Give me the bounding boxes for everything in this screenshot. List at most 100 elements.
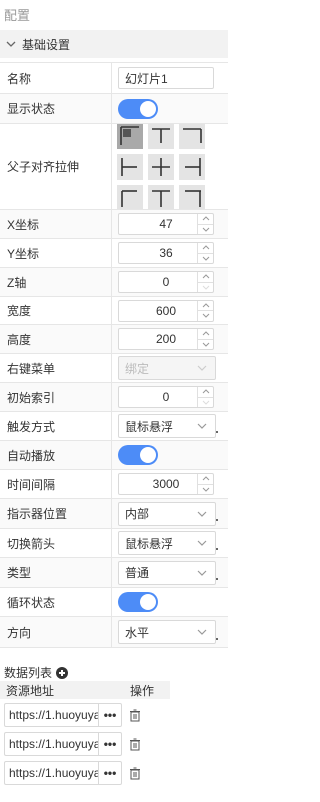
arrow-select[interactable]: 鼠标悬浮 (118, 531, 216, 555)
list-item: https://1.huoyuya ••• (4, 702, 164, 728)
spin-up-icon[interactable] (198, 214, 213, 224)
trigger-select[interactable]: 鼠标悬浮 (118, 414, 216, 438)
type-select[interactable]: 普通 (118, 560, 216, 585)
list-item: https://1.huoyuya ••• (4, 760, 164, 786)
prop-label: 父子对齐拉伸 (0, 124, 112, 209)
chevron-down-icon (197, 423, 207, 429)
chevron-down-icon (197, 540, 207, 546)
z-input[interactable]: 0 (118, 271, 214, 293)
prop-row-align: 父子对齐拉伸 (0, 124, 228, 210)
prop-label: 高度 (0, 325, 112, 353)
spin-down-icon[interactable] (198, 483, 213, 495)
align-bottom-right-icon[interactable] (179, 185, 205, 209)
chevron-down-icon (197, 511, 207, 517)
prop-label: 触发方式 (0, 412, 112, 440)
align-top-right-icon[interactable] (179, 124, 205, 149)
prop-row-initial-index: 初始索引 0 (0, 383, 228, 412)
prop-label: 名称 (0, 63, 112, 93)
prop-label: 宽度 (0, 297, 112, 324)
y-input[interactable]: 36 (118, 242, 214, 264)
loop-toggle[interactable] (118, 592, 158, 612)
prop-row-context-menu: 右键菜单 绑定 (0, 354, 228, 383)
more-button[interactable]: ••• (98, 761, 122, 785)
align-top-center-icon[interactable] (148, 124, 174, 149)
prop-row-name: 名称 幻灯片1 (0, 63, 228, 94)
direction-select[interactable]: 水平 (118, 620, 216, 644)
spin-down-icon[interactable] (198, 223, 213, 235)
prop-label: 指示器位置 (0, 499, 112, 528)
spin-down-icon[interactable] (198, 281, 213, 293)
prop-label: 时间间隔 (0, 470, 112, 498)
interval-input[interactable]: 3000 (118, 473, 214, 495)
prop-row-interval: 时间间隔 3000 (0, 470, 228, 499)
url-input[interactable]: https://1.huoyuya (4, 761, 98, 785)
prop-label: 循环状态 (0, 588, 112, 616)
prop-row-indicator: 指示器位置 内部 (0, 499, 228, 529)
chevron-down-icon (197, 629, 207, 635)
autoplay-toggle[interactable] (118, 445, 158, 465)
spin-up-icon[interactable] (198, 474, 213, 484)
indicator-select[interactable]: 内部 (118, 501, 216, 526)
prop-row-visible: 显示状态 (0, 94, 228, 124)
prop-label: 右键菜单 (0, 354, 112, 382)
align-grid (117, 124, 205, 209)
x-input[interactable]: 47 (118, 213, 214, 235)
panel-title: 配置 (4, 8, 31, 23)
col-source: 资源地址 (6, 683, 55, 698)
prop-label: 方向 (0, 617, 112, 647)
trash-icon[interactable] (129, 767, 141, 780)
prop-label: Z轴 (0, 268, 112, 296)
prop-row-y: Y坐标 36 (0, 239, 228, 268)
add-circle-icon[interactable] (56, 666, 69, 679)
more-button[interactable]: ••• (98, 703, 122, 727)
spin-up-icon[interactable] (198, 243, 213, 253)
chevron-down-icon (197, 365, 207, 371)
prop-label: 自动播放 (0, 441, 112, 469)
url-input[interactable]: https://1.huoyuya (4, 732, 98, 756)
spin-down-icon[interactable] (198, 338, 213, 350)
trash-icon[interactable] (129, 738, 141, 751)
prop-row-direction: 方向 水平 (0, 617, 228, 648)
section-header-basic[interactable]: 基础设置 (0, 30, 228, 58)
col-action: 操作 (130, 683, 155, 698)
url-input[interactable]: https://1.huoyuya (4, 703, 98, 727)
prop-label: 切换箭头 (0, 529, 112, 557)
trash-icon[interactable] (129, 709, 141, 722)
more-button[interactable]: ••• (98, 732, 122, 756)
align-middle-right-icon[interactable] (179, 154, 205, 180)
context-menu-select[interactable]: 绑定 (118, 356, 216, 380)
align-center-icon[interactable] (148, 154, 174, 180)
prop-label: Y坐标 (0, 239, 112, 267)
spin-down-icon[interactable] (198, 396, 213, 408)
spin-down-icon[interactable] (198, 252, 213, 264)
data-list-header: 资源地址 操作 (0, 681, 170, 699)
align-top-left-icon[interactable] (117, 124, 143, 149)
prop-row-x: X坐标 47 (0, 210, 228, 239)
spin-up-icon[interactable] (198, 329, 213, 339)
name-input[interactable]: 幻灯片1 (118, 67, 214, 89)
align-bottom-left-icon[interactable] (117, 185, 143, 209)
section-label: 基础设置 (22, 37, 71, 52)
prop-row-type: 类型 普通 (0, 558, 228, 588)
spin-up-icon[interactable] (198, 272, 213, 282)
prop-row-trigger: 触发方式 鼠标悬浮 (0, 412, 228, 441)
height-input[interactable]: 200 (118, 328, 214, 350)
prop-label: 类型 (0, 558, 112, 587)
list-item: https://1.huoyuya ••• (4, 731, 164, 757)
initial-index-input[interactable]: 0 (118, 386, 214, 408)
align-middle-left-icon[interactable] (117, 154, 143, 180)
prop-row-autoplay: 自动播放 (0, 441, 228, 470)
chevron-down-icon (6, 41, 16, 47)
prop-label: X坐标 (0, 210, 112, 238)
prop-row-width: 宽度 600 (0, 297, 228, 325)
align-bottom-center-icon[interactable] (148, 185, 174, 209)
prop-row-arrow: 切换箭头 鼠标悬浮 (0, 529, 228, 558)
visible-toggle[interactable] (118, 98, 158, 119)
spin-up-icon[interactable] (198, 387, 213, 397)
spin-down-icon[interactable] (198, 310, 213, 321)
property-table: 名称 幻灯片1 显示状态 父子对齐拉伸 X坐标 47 Y坐标 36 Z轴 0 宽… (0, 62, 228, 648)
chevron-down-icon (197, 570, 207, 576)
width-input[interactable]: 600 (118, 299, 214, 322)
prop-row-loop: 循环状态 (0, 588, 228, 617)
spin-up-icon[interactable] (198, 301, 213, 311)
